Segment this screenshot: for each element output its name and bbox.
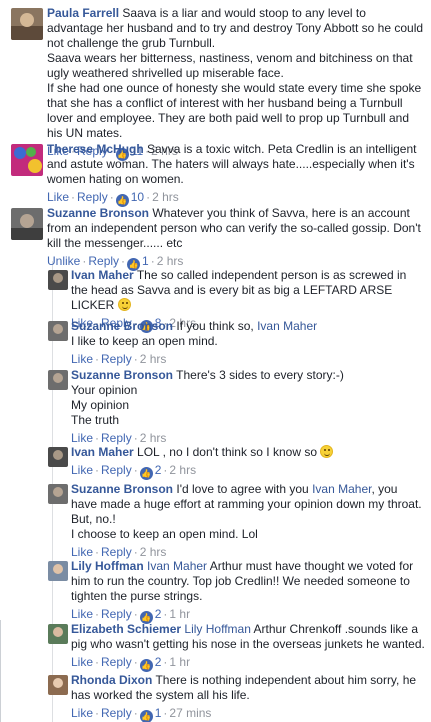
reply-text-line: Your opinion (71, 383, 138, 397)
thumbs-up-icon: 👍 (139, 710, 153, 722)
timestamp[interactable]: 2 hrs (157, 254, 184, 268)
avatar[interactable] (11, 144, 43, 176)
like-button[interactable]: Like (71, 655, 93, 669)
timestamp[interactable]: 2 hrs (140, 545, 167, 559)
reply-actions: Like · Reply · 2 hrs (71, 431, 167, 445)
thumbs-up-icon: 👍 (139, 467, 153, 480)
avatar[interactable] (48, 561, 68, 581)
like-button[interactable]: Like (71, 431, 93, 445)
reply-button[interactable]: Reply (77, 190, 108, 204)
comment-actions: Like · Reply · 👍 10 · 2 hrs (47, 190, 179, 207)
reply-button[interactable]: Reply (101, 352, 132, 366)
reply-button[interactable]: Reply (101, 545, 132, 559)
comment-author[interactable]: Paula Farrell (47, 6, 119, 20)
mention-link[interactable]: Ivan Maher (147, 559, 207, 573)
reply-author[interactable]: Suzanne Bronson (71, 368, 173, 382)
avatar[interactable] (11, 8, 43, 40)
avatar[interactable] (48, 321, 68, 341)
timestamp[interactable]: 1 hr (169, 607, 190, 621)
reply-actions: Like · Reply · 👍 2 · 2 hrs (71, 463, 197, 480)
reply-button[interactable]: Reply (101, 463, 132, 477)
reply-text-line: The truth (71, 413, 120, 427)
reply-button[interactable]: Reply (101, 655, 132, 669)
timestamp[interactable]: 2 hrs (140, 352, 167, 366)
reply-text: LOL , no I don't think so I know so (137, 445, 317, 459)
reply-author[interactable]: Elizabeth Schiemer (71, 622, 181, 636)
avatar[interactable] (48, 370, 68, 390)
unlike-button[interactable]: Unlike (47, 254, 80, 268)
avatar[interactable] (48, 675, 68, 695)
comment-author[interactable]: Suzanne Bronson (47, 206, 149, 220)
reply-button[interactable]: Reply (101, 431, 132, 445)
smiley-emoji-icon (117, 298, 131, 311)
timestamp[interactable]: 2 hrs (152, 190, 179, 204)
avatar[interactable] (48, 447, 68, 467)
mention-link[interactable]: Ivan Maher (312, 482, 371, 496)
reply-actions: Like · Reply · 2 hrs (71, 352, 167, 366)
mention-link[interactable]: Lily Hoffman (184, 622, 250, 636)
reply-actions: Like · Reply · 2 hrs (71, 545, 167, 559)
timestamp[interactable]: 27 mins (169, 706, 211, 720)
comment-text-line: Saava wears her bitterness, nastiness, v… (47, 51, 413, 80)
avatar[interactable] (48, 484, 68, 504)
like-button[interactable]: Like (71, 545, 93, 559)
timestamp[interactable]: 1 hr (169, 655, 190, 669)
like-button[interactable]: Like (71, 463, 93, 477)
reply-button[interactable]: Reply (101, 706, 132, 720)
reply-button[interactable]: Reply (101, 607, 132, 621)
reply-author[interactable]: Rhonda Dixon (71, 673, 152, 687)
reply-actions: Like · Reply · 👍 1 · 27 mins (71, 706, 212, 722)
like-count[interactable]: 1 (142, 254, 149, 268)
reply-text-line: But, no.! (71, 512, 116, 526)
reply-button[interactable]: Reply (88, 254, 119, 268)
like-button[interactable]: Like (71, 352, 93, 366)
reply-author[interactable]: Suzanne Bronson (71, 482, 173, 496)
timestamp[interactable]: 2 hrs (140, 431, 167, 445)
comment-text-line: If she had one ounce of honesty she woul… (47, 81, 422, 140)
reply-author[interactable]: Lily Hoffman (71, 559, 144, 573)
mention-link[interactable]: Ivan Maher (257, 319, 317, 333)
like-count[interactable]: 10 (131, 190, 144, 204)
reply-author[interactable]: Ivan Maher (71, 268, 134, 282)
reply-text-line: I choose to keep an open mind. Lol (71, 527, 258, 541)
thumbs-up-icon: 👍 (139, 659, 153, 672)
timestamp[interactable]: 2 hrs (169, 463, 196, 477)
reply-text: There's 3 sides to every story:-) (176, 368, 344, 382)
reply-text: I'd love to agree with you (176, 482, 309, 496)
avatar[interactable] (48, 624, 68, 644)
like-button[interactable]: Like (47, 190, 69, 204)
like-button[interactable]: Like (71, 607, 93, 621)
left-border (0, 620, 1, 722)
reply-author[interactable]: Ivan Maher (71, 445, 134, 459)
reply-author[interactable]: Suzanne Bronson (71, 319, 173, 333)
reply-text-line: I like to keep an open mind. (71, 334, 218, 348)
avatar[interactable] (11, 208, 43, 240)
like-button[interactable]: Like (71, 706, 93, 720)
smiley-emoji-icon (320, 445, 334, 458)
reply-actions: Like · Reply · 👍 2 · 1 hr (71, 655, 191, 672)
avatar[interactable] (48, 270, 68, 290)
reply-text: If you think so, (176, 319, 254, 333)
reply-text-line: My opinion (71, 398, 130, 412)
comment-author[interactable]: Therese McHugh (47, 142, 144, 156)
